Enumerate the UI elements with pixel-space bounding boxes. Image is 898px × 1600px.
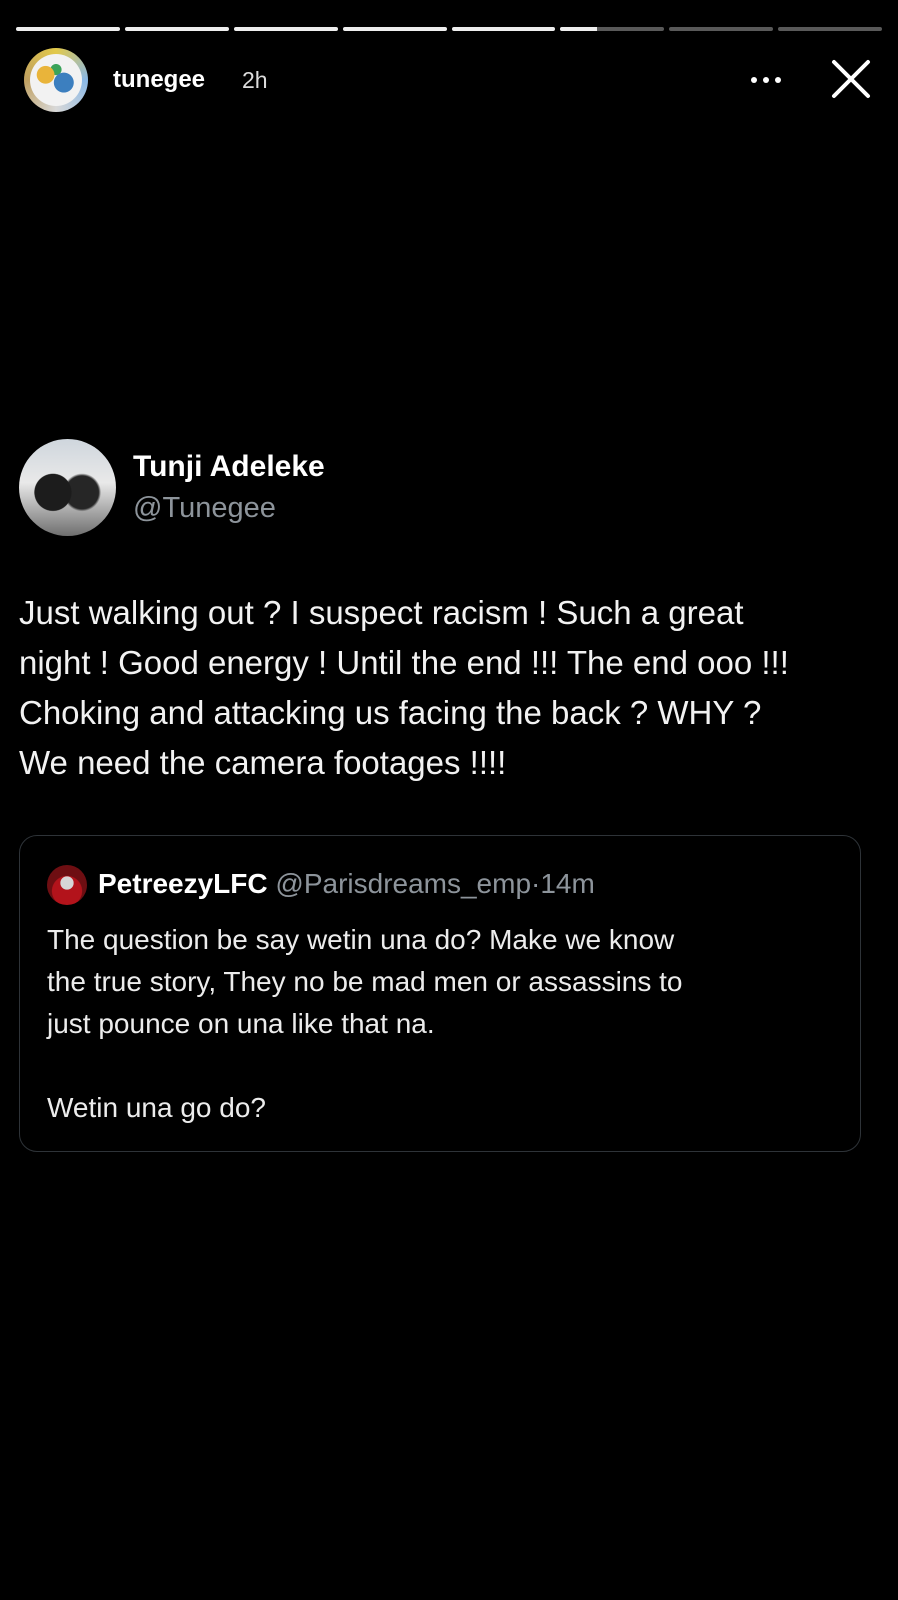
quoted-meta-separator: · [531,868,541,899]
story-screen: { "story": { "segments": [ {"progress": … [0,0,898,1600]
quoted-author-name[interactable]: PetreezyLFC [98,868,268,899]
story-avatar[interactable] [24,48,88,112]
story-progress-segment [451,27,556,31]
close-button[interactable] [828,56,874,102]
story-progress-segment [560,27,665,31]
more-horizontal-icon [751,77,781,83]
more-options-button[interactable] [746,60,786,100]
quoted-tweet-header: PetreezyLFC @Parisdreams_emp·14m [98,868,595,900]
tweet-body-text: Just walking out ? I suspect racism ! Su… [19,594,789,781]
quoted-tweet-text: The question be say wetin una do? Make w… [47,924,683,1123]
quoted-author-avatar[interactable] [47,865,87,905]
story-header: tunegee 2h [24,48,874,112]
story-progress-segment [669,27,774,31]
tweet-author-name[interactable]: Tunji Adeleke [133,450,325,484]
tweet-author-handle[interactable]: @Tunegee [133,492,276,525]
story-progress-fill [451,27,556,31]
quoted-tweet[interactable]: PetreezyLFC @Parisdreams_emp·14m The que… [19,835,861,1152]
story-progress-fill [16,27,120,31]
tweet-author-avatar[interactable] [19,439,116,536]
story-timestamp: 2h [242,67,268,93]
close-icon [832,60,870,98]
story-progress-segment [778,27,882,31]
story-progress-bar [16,27,882,31]
story-username[interactable]: tunegee [113,66,205,94]
story-progress-segment [124,27,229,31]
story-progress-segment [233,27,338,31]
quoted-author-handle[interactable]: @Parisdreams_emp [275,868,531,899]
quoted-timestamp: 14m [540,868,595,899]
story-progress-fill [560,27,597,31]
story-progress-fill [124,27,229,31]
story-progress-fill [233,27,338,31]
story-progress-segment [16,27,120,31]
story-progress-segment [342,27,447,31]
story-progress-fill [342,27,447,31]
